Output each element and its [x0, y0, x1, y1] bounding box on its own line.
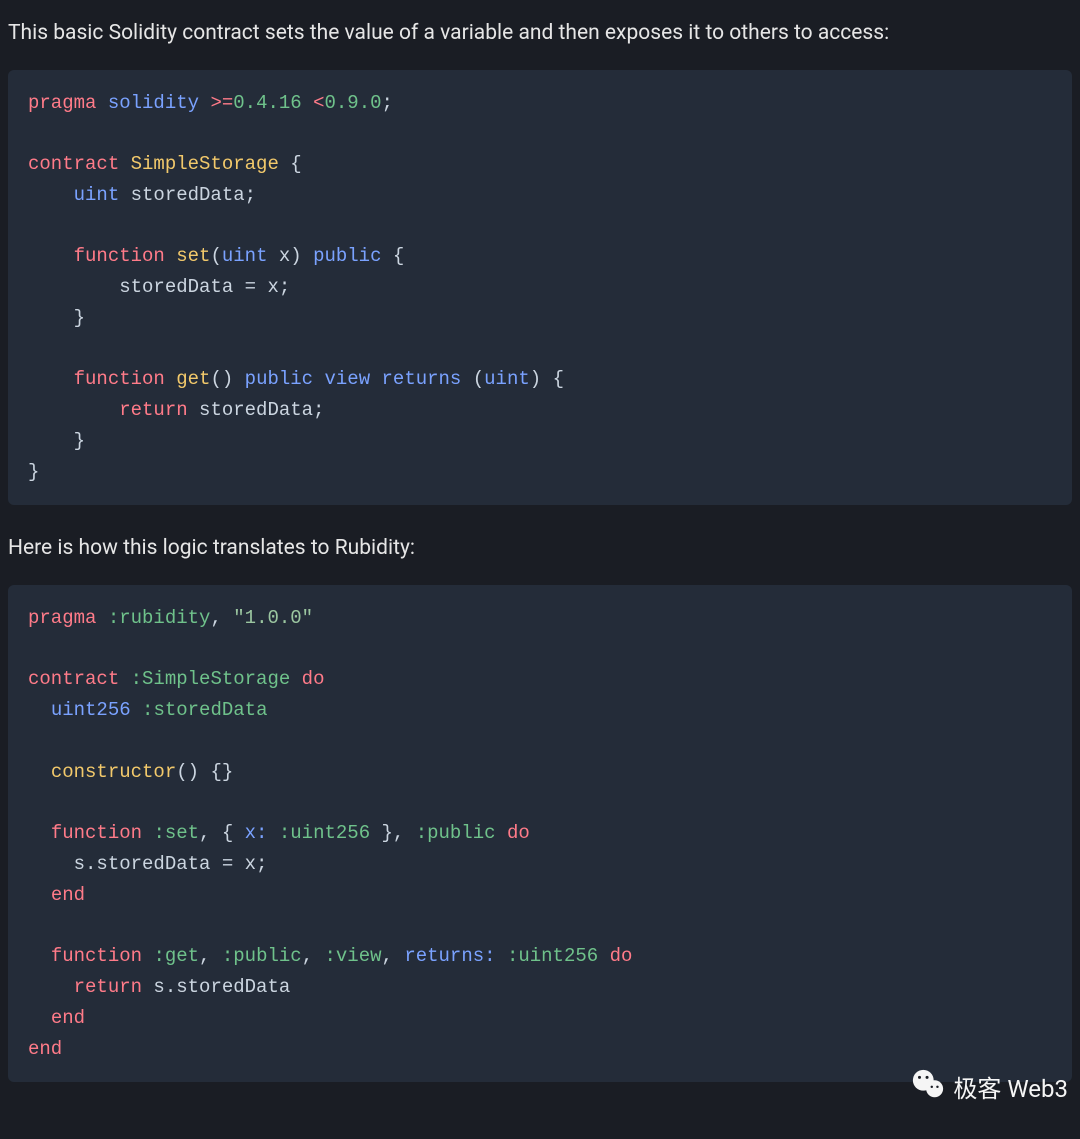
- code-token: [28, 245, 74, 267]
- code-token: x:: [245, 822, 268, 844]
- wechat-icon: [911, 1067, 945, 1111]
- code-token: {: [382, 245, 405, 267]
- code-token: [290, 668, 301, 690]
- code-token: :uint256: [507, 945, 598, 967]
- code-token: storedData = x;: [28, 276, 290, 298]
- code-token: [28, 1007, 51, 1029]
- code-token: contract: [28, 668, 119, 690]
- code-token: public: [313, 245, 381, 267]
- code-token: return: [119, 399, 187, 421]
- code-token: },: [370, 822, 416, 844]
- code-token: <: [313, 92, 324, 114]
- code-token: solidity: [108, 92, 199, 114]
- code-token: contract: [28, 153, 119, 175]
- code-token: :view: [325, 945, 382, 967]
- code-token: (): [210, 368, 244, 390]
- code-token: [28, 699, 51, 721]
- code-token: :storedData: [142, 699, 267, 721]
- code-token: (: [210, 245, 221, 267]
- watermark-text: 极客 Web3: [953, 1071, 1068, 1107]
- code-token: function: [74, 245, 165, 267]
- watermark: 极客 Web3: [911, 1067, 1068, 1111]
- code-token: [96, 607, 107, 629]
- code-token: ,: [302, 945, 325, 967]
- code-token: function: [74, 368, 165, 390]
- code-token: s.storedData: [142, 976, 290, 998]
- code-token: [28, 399, 119, 421]
- intro-paragraph-2: Here is how this logic translates to Rub…: [8, 533, 1072, 565]
- code-token: do: [302, 668, 325, 690]
- code-token: [28, 945, 51, 967]
- code-token: ,: [199, 945, 222, 967]
- code-token: pragma: [28, 607, 96, 629]
- code-token: :get: [153, 945, 199, 967]
- code-token: x): [267, 245, 313, 267]
- code-token: }: [28, 430, 85, 452]
- code-token: pragma: [28, 92, 96, 114]
- code-token: ,: [210, 607, 233, 629]
- code-token: public: [245, 368, 313, 390]
- code-token: constructor: [51, 761, 176, 783]
- solidity-code-block: pragma solidity >=0.4.16 <0.9.0; contrac…: [8, 70, 1072, 506]
- code-token: [142, 945, 153, 967]
- code-token: [131, 699, 142, 721]
- code-token: [28, 884, 51, 906]
- code-token: [496, 945, 507, 967]
- code-token: view: [325, 368, 371, 390]
- code-token: returns:: [404, 945, 495, 967]
- code-token: SimpleStorage: [131, 153, 279, 175]
- code-token: :rubidity: [108, 607, 211, 629]
- code-token: () {}: [176, 761, 233, 783]
- code-token: end: [51, 884, 85, 906]
- code-token: uint256: [51, 699, 131, 721]
- code-token: [598, 945, 609, 967]
- code-token: [28, 761, 51, 783]
- code-token: end: [28, 1038, 62, 1060]
- code-token: :set: [153, 822, 199, 844]
- code-token: set: [176, 245, 210, 267]
- code-token: [267, 822, 278, 844]
- code-token: end: [51, 1007, 85, 1029]
- code-token: 0.9.0: [325, 92, 382, 114]
- code-token: returns: [382, 368, 462, 390]
- code-token: do: [610, 945, 633, 967]
- code-token: [28, 822, 51, 844]
- code-token: :public: [416, 822, 496, 844]
- code-token: }: [28, 461, 39, 483]
- code-token: "1.0.0": [233, 607, 313, 629]
- code-token: :public: [222, 945, 302, 967]
- code-token: uint: [74, 184, 120, 206]
- code-token: [28, 976, 74, 998]
- code-token: uint: [484, 368, 530, 390]
- code-token: [370, 368, 381, 390]
- code-token: [119, 668, 130, 690]
- code-token: {: [279, 153, 302, 175]
- code-token: [28, 368, 74, 390]
- code-token: get: [176, 368, 210, 390]
- code-token: s.storedData = x;: [28, 853, 267, 875]
- code-token: do: [507, 822, 530, 844]
- code-token: [313, 368, 324, 390]
- code-token: :SimpleStorage: [131, 668, 291, 690]
- code-token: ) {: [530, 368, 564, 390]
- code-token: storedData;: [119, 184, 256, 206]
- code-token: }: [28, 307, 85, 329]
- intro-paragraph-1: This basic Solidity contract sets the va…: [8, 18, 1072, 50]
- code-token: function: [51, 822, 142, 844]
- code-token: [496, 822, 507, 844]
- code-token: , {: [199, 822, 245, 844]
- code-token: :uint256: [279, 822, 370, 844]
- code-token: 0.4.16: [233, 92, 301, 114]
- code-token: (: [461, 368, 484, 390]
- code-token: [142, 822, 153, 844]
- rubidity-code-block: pragma :rubidity, "1.0.0" contract :Simp…: [8, 585, 1072, 1082]
- code-token: ;: [382, 92, 393, 114]
- code-token: return: [74, 976, 142, 998]
- code-token: storedData;: [188, 399, 325, 421]
- code-token: [28, 184, 74, 206]
- code-token: ,: [382, 945, 405, 967]
- code-token: >=: [210, 92, 233, 114]
- code-token: uint: [222, 245, 268, 267]
- code-token: function: [51, 945, 142, 967]
